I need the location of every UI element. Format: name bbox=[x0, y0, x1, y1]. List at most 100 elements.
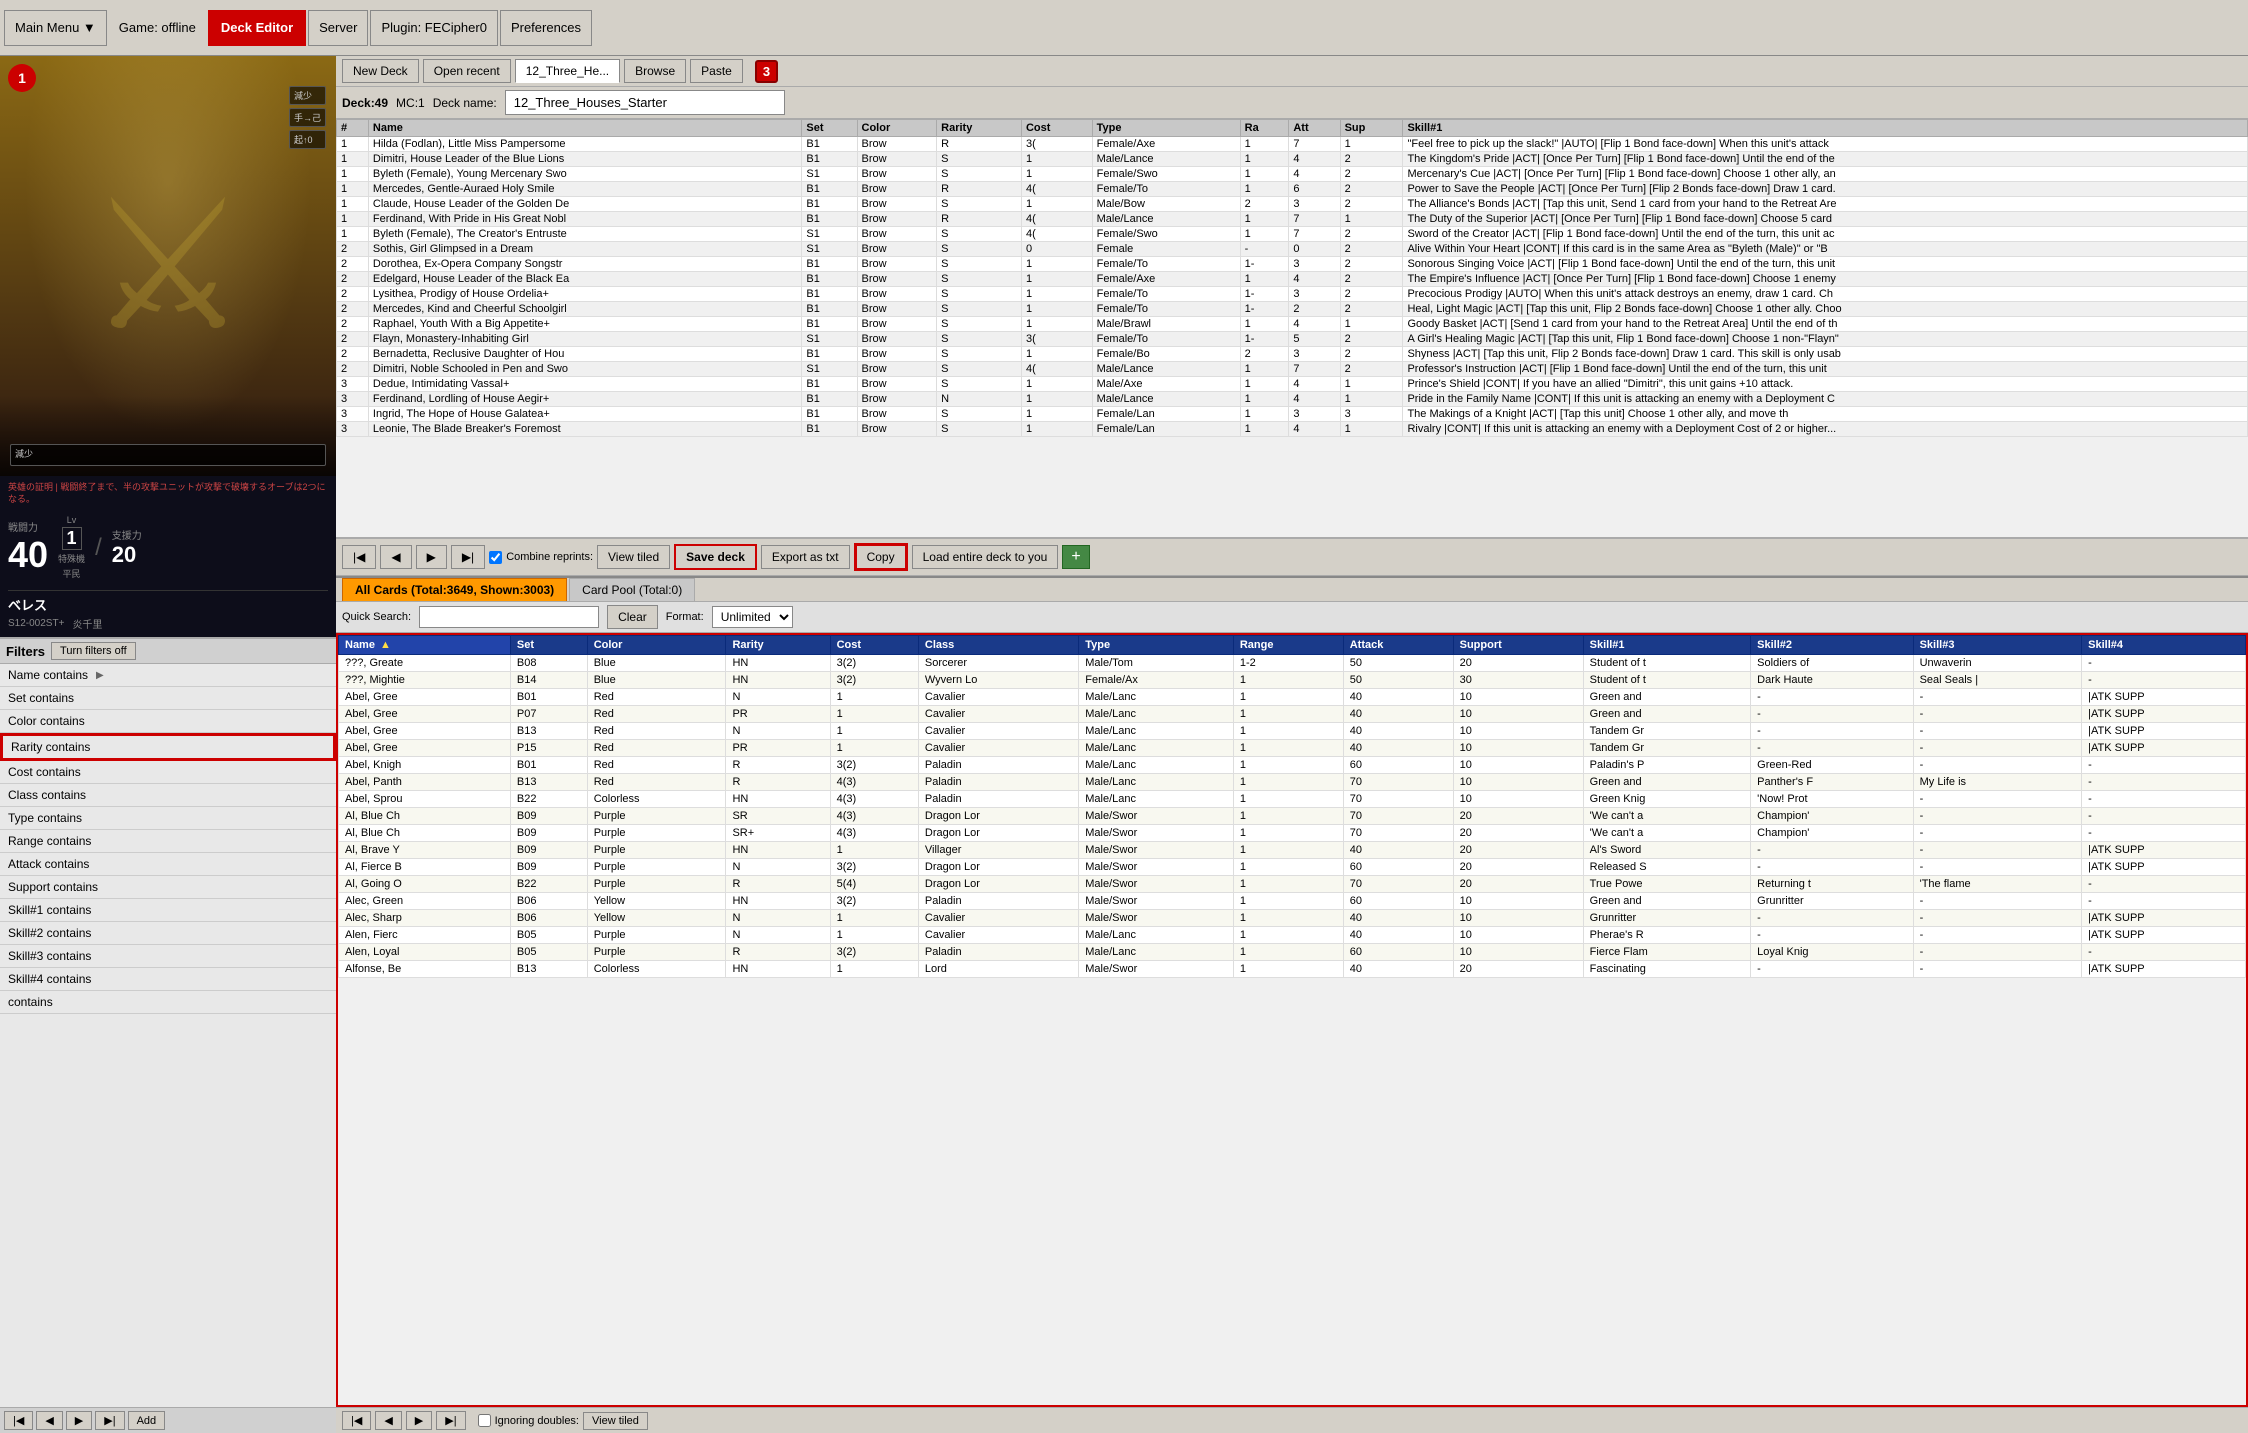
filter-nav-next[interactable]: ▶ bbox=[66, 1411, 92, 1430]
list-item[interactable]: ???, Mightie B14 Blue HN 3(2) Wyvern Lo … bbox=[339, 672, 2246, 689]
col-ac-support[interactable]: Support bbox=[1453, 636, 1583, 655]
bottom-nav-next[interactable]: ▶ bbox=[406, 1411, 432, 1430]
table-row[interactable]: 1 Dimitri, House Leader of the Blue Lion… bbox=[337, 152, 2248, 167]
filter-item-skill2[interactable]: Skill#2 contains bbox=[0, 922, 336, 945]
table-row[interactable]: 1 Byleth (Female), The Creator's Entrust… bbox=[337, 227, 2248, 242]
filter-item-skill4[interactable]: Skill#4 contains bbox=[0, 968, 336, 991]
list-item[interactable]: ???, Greate B08 Blue HN 3(2) Sorcerer Ma… bbox=[339, 655, 2246, 672]
nav-first-btn[interactable]: |◀ bbox=[342, 545, 376, 569]
list-item[interactable]: Al, Going O B22 Purple R 5(4) Dragon Lor… bbox=[339, 876, 2246, 893]
table-row[interactable]: 2 Sothis, Girl Glimpsed in a Dream S1 Br… bbox=[337, 242, 2248, 257]
filter-item-set[interactable]: Set contains bbox=[0, 687, 336, 710]
col-ac-set[interactable]: Set bbox=[510, 636, 587, 655]
list-item[interactable]: Alen, Loyal B05 Purple R 3(2) Paladin Ma… bbox=[339, 944, 2246, 961]
table-row[interactable]: 1 Mercedes, Gentle-Auraed Holy Smile B1 … bbox=[337, 182, 2248, 197]
combine-reprints-checkbox[interactable] bbox=[489, 551, 502, 564]
nav-next-btn[interactable]: ▶ bbox=[416, 545, 447, 569]
filter-item-skill1[interactable]: Skill#1 contains bbox=[0, 899, 336, 922]
open-recent-button[interactable]: Open recent bbox=[423, 59, 511, 83]
col-ac-color[interactable]: Color bbox=[587, 636, 726, 655]
col-ac-skill4[interactable]: Skill#4 bbox=[2082, 636, 2246, 655]
table-row[interactable]: 2 Mercedes, Kind and Cheerful Schoolgirl… bbox=[337, 302, 2248, 317]
list-item[interactable]: Alen, Fierc B05 Purple N 1 Cavalier Male… bbox=[339, 927, 2246, 944]
list-item[interactable]: Alec, Sharp B06 Yellow N 1 Cavalier Male… bbox=[339, 910, 2246, 927]
bottom-nav-first[interactable]: |◀ bbox=[342, 1411, 371, 1430]
load-entire-btn[interactable]: Load entire deck to you bbox=[912, 545, 1059, 569]
table-row[interactable]: 2 Dimitri, Noble Schooled in Pen and Swo… bbox=[337, 362, 2248, 377]
table-row[interactable]: 2 Edelgard, House Leader of the Black Ea… bbox=[337, 272, 2248, 287]
col-ac-skill1[interactable]: Skill#1 bbox=[1583, 636, 1751, 655]
all-cards-table-container[interactable]: Name ▲ Set Color Rarity Cost Class Type … bbox=[336, 633, 2248, 1407]
ignore-doubles-checkbox[interactable] bbox=[478, 1414, 491, 1427]
list-item[interactable]: Al, Brave Y B09 Purple HN 1 Villager Mal… bbox=[339, 842, 2246, 859]
col-ac-cost[interactable]: Cost bbox=[830, 636, 918, 655]
deck-name-input[interactable] bbox=[505, 90, 785, 115]
deck-card-table-container[interactable]: # Name Set Color Rarity Cost Type Ra Att… bbox=[336, 119, 2248, 538]
nav-last-btn[interactable]: ▶| bbox=[451, 545, 485, 569]
col-ac-type[interactable]: Type bbox=[1079, 636, 1234, 655]
server-button[interactable]: Server bbox=[308, 10, 368, 46]
col-ac-name[interactable]: Name ▲ bbox=[339, 636, 511, 655]
filter-item-support[interactable]: Support contains bbox=[0, 876, 336, 899]
col-ac-rarity[interactable]: Rarity bbox=[726, 636, 830, 655]
list-item[interactable]: Abel, Knigh B01 Red R 3(2) Paladin Male/… bbox=[339, 757, 2246, 774]
bottom-nav-prev[interactable]: ◀ bbox=[375, 1411, 401, 1430]
nav-prev-btn[interactable]: ◀ bbox=[380, 545, 411, 569]
table-row[interactable]: 1 Claude, House Leader of the Golden De … bbox=[337, 197, 2248, 212]
list-item[interactable]: Abel, Gree B01 Red N 1 Cavalier Male/Lan… bbox=[339, 689, 2246, 706]
list-item[interactable]: Al, Blue Ch B09 Purple SR 4(3) Dragon Lo… bbox=[339, 808, 2246, 825]
col-ac-class[interactable]: Class bbox=[918, 636, 1078, 655]
browse-button[interactable]: Browse bbox=[624, 59, 686, 83]
view-tiled-bottom-btn[interactable]: View tiled bbox=[583, 1412, 648, 1430]
filter-item-name[interactable]: Name contains ▶ bbox=[0, 664, 336, 687]
format-select[interactable]: Unlimited bbox=[712, 606, 793, 628]
filter-nav-add[interactable]: Add bbox=[128, 1411, 166, 1430]
table-row[interactable]: 1 Ferdinand, With Pride in His Great Nob… bbox=[337, 212, 2248, 227]
filter-item-color[interactable]: Color contains bbox=[0, 710, 336, 733]
list-item[interactable]: Al, Fierce B B09 Purple N 3(2) Dragon Lo… bbox=[339, 859, 2246, 876]
preferences-button[interactable]: Preferences bbox=[500, 10, 592, 46]
new-deck-button[interactable]: New Deck bbox=[342, 59, 419, 83]
bottom-nav-last[interactable]: ▶| bbox=[436, 1411, 465, 1430]
export-txt-btn[interactable]: Export as txt bbox=[761, 545, 850, 569]
filter-item-type[interactable]: Type contains bbox=[0, 807, 336, 830]
table-row[interactable]: 3 Dedue, Intimidating Vassal+ B1 Brow S … bbox=[337, 377, 2248, 392]
table-row[interactable]: 2 Lysithea, Prodigy of House Ordelia+ B1… bbox=[337, 287, 2248, 302]
table-row[interactable]: 2 Flayn, Monastery-Inhabiting Girl S1 Br… bbox=[337, 332, 2248, 347]
filter-item-class[interactable]: Class contains bbox=[0, 784, 336, 807]
search-clear-btn[interactable]: Clear bbox=[607, 605, 658, 629]
filter-nav-last[interactable]: ▶| bbox=[95, 1411, 124, 1430]
list-item[interactable]: Abel, Sprou B22 Colorless HN 4(3) Paladi… bbox=[339, 791, 2246, 808]
col-ac-range[interactable]: Range bbox=[1233, 636, 1343, 655]
main-menu-button[interactable]: Main Menu ▼ bbox=[4, 10, 107, 46]
table-row[interactable]: 1 Byleth (Female), Young Mercenary Swo S… bbox=[337, 167, 2248, 182]
col-ac-attack[interactable]: Attack bbox=[1343, 636, 1453, 655]
list-item[interactable]: Abel, Gree P15 Red PR 1 Cavalier Male/La… bbox=[339, 740, 2246, 757]
col-ac-skill3[interactable]: Skill#3 bbox=[1913, 636, 2082, 655]
deck-editor-button[interactable]: Deck Editor bbox=[208, 10, 306, 46]
list-item[interactable]: Abel, Gree B13 Red N 1 Cavalier Male/Lan… bbox=[339, 723, 2246, 740]
table-row[interactable]: 2 Dorothea, Ex-Opera Company Songstr B1 … bbox=[337, 257, 2248, 272]
list-item[interactable]: Abel, Panth B13 Red R 4(3) Paladin Male/… bbox=[339, 774, 2246, 791]
filter-nav-first[interactable]: |◀ bbox=[4, 1411, 33, 1430]
turn-filters-btn[interactable]: Turn filters off bbox=[51, 642, 136, 660]
list-item[interactable]: Al, Blue Ch B09 Purple SR+ 4(3) Dragon L… bbox=[339, 825, 2246, 842]
view-tiled-top-btn[interactable]: View tiled bbox=[597, 545, 670, 569]
all-cards-tab[interactable]: All Cards (Total:3649, Shown:3003) bbox=[342, 578, 567, 601]
filter-item-range[interactable]: Range contains bbox=[0, 830, 336, 853]
table-row[interactable]: 3 Leonie, The Blade Breaker's Foremost B… bbox=[337, 422, 2248, 437]
filter-item-rarity[interactable]: Rarity contains bbox=[0, 733, 336, 761]
table-row[interactable]: 2 Raphael, Youth With a Big Appetite+ B1… bbox=[337, 317, 2248, 332]
filter-item-contains[interactable]: contains bbox=[0, 991, 336, 1014]
list-item[interactable]: Alec, Green B06 Yellow HN 3(2) Paladin M… bbox=[339, 893, 2246, 910]
table-row[interactable]: 2 Bernadetta, Reclusive Daughter of Hou … bbox=[337, 347, 2248, 362]
filter-nav-prev[interactable]: ◀ bbox=[36, 1411, 62, 1430]
col-ac-skill2[interactable]: Skill#2 bbox=[1751, 636, 1913, 655]
table-row[interactable]: 1 Hilda (Fodlan), Little Miss Pampersome… bbox=[337, 137, 2248, 152]
paste-button[interactable]: Paste bbox=[690, 59, 743, 83]
quick-search-input[interactable] bbox=[419, 606, 599, 628]
table-row[interactable]: 3 Ferdinand, Lordling of House Aegir+ B1… bbox=[337, 392, 2248, 407]
copy-btn[interactable]: Copy bbox=[854, 543, 908, 571]
list-item[interactable]: Alfonse, Be B13 Colorless HN 1 Lord Male… bbox=[339, 961, 2246, 978]
filter-item-skill3[interactable]: Skill#3 contains bbox=[0, 945, 336, 968]
